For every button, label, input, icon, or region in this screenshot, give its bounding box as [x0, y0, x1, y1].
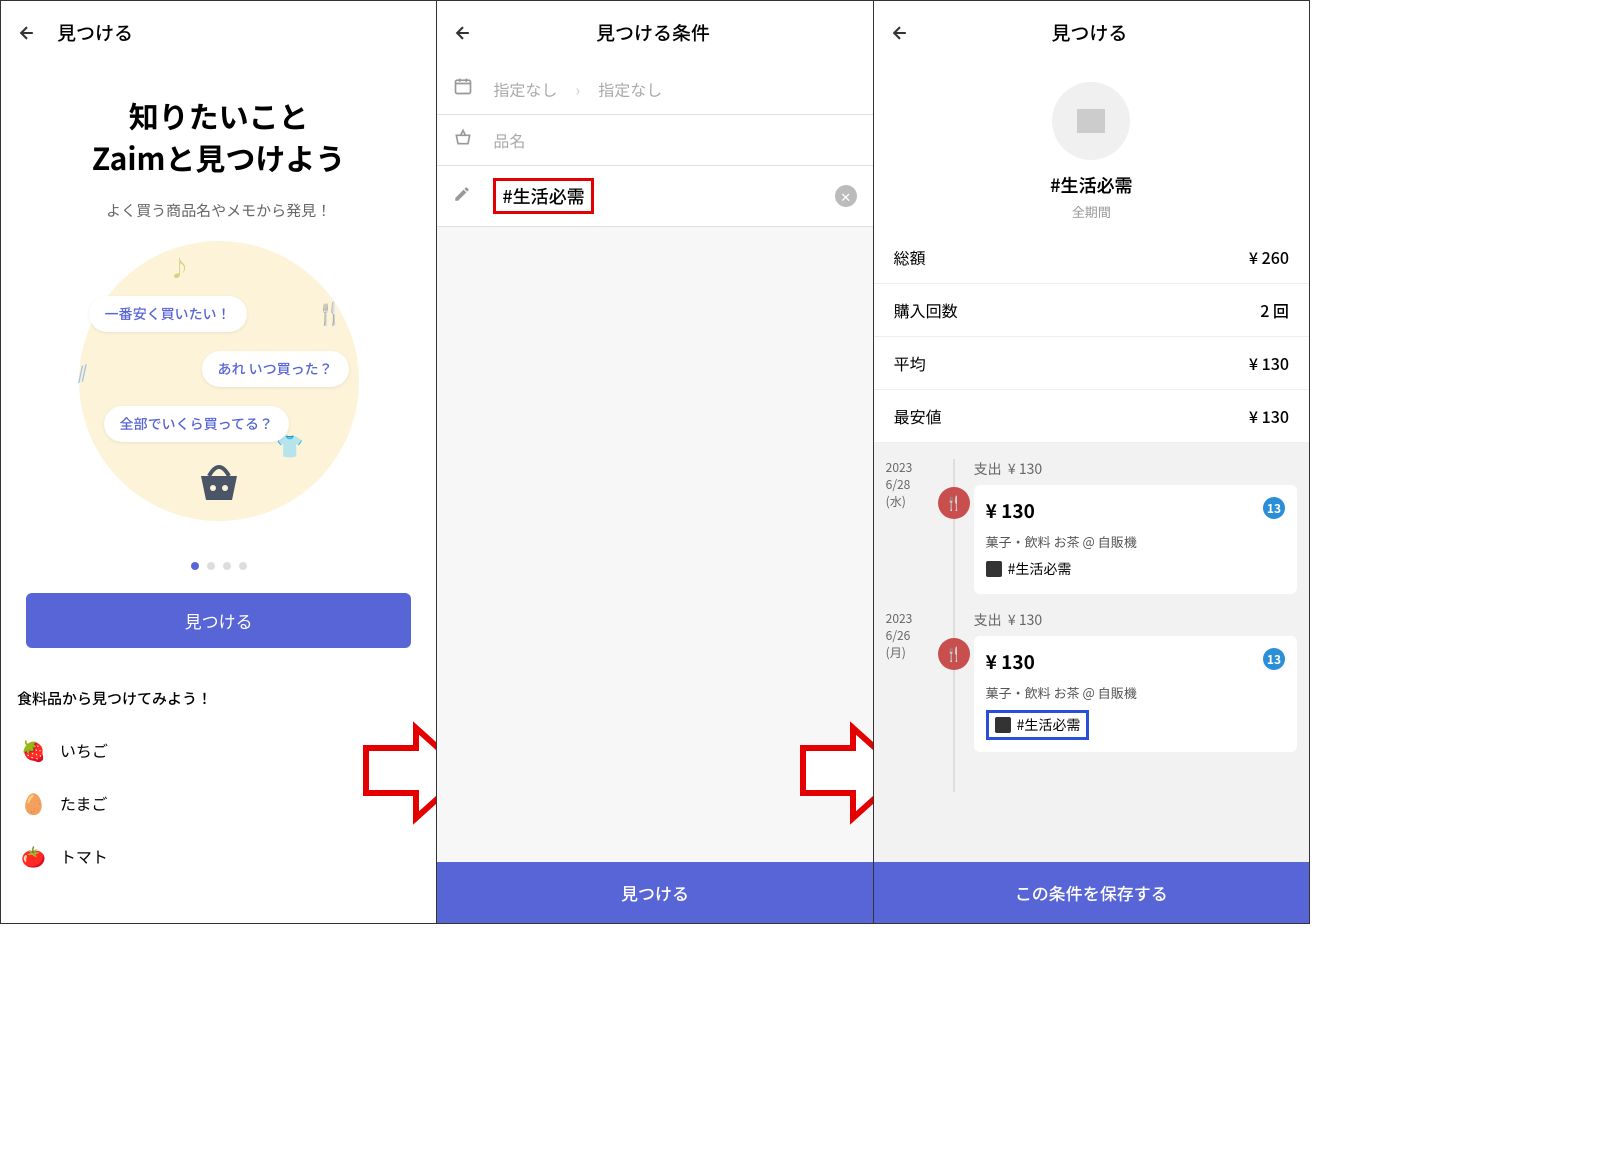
screen-find-intro: 見つける 知りたいことZaimと見つけよう よく買う商品名やメモから発見！ ♪ … — [1, 1, 437, 923]
item-name-row[interactable]: 品名 — [437, 115, 872, 166]
memo-input-value: #生活必需 — [493, 178, 593, 214]
transaction-detail: 菓子・飲料 お茶 @ 自販機 — [986, 532, 1285, 551]
category-food-icon: 🍴 — [938, 638, 970, 670]
transaction-item[interactable]: 20236/26(月) 🍴 支出 ¥ 130 ¥ 130 13 菓子・飲料 お茶… — [874, 602, 1309, 760]
stat-count: 購入回数2 回 — [874, 284, 1309, 337]
memo-row[interactable]: #生活必需 ✕ — [437, 166, 872, 227]
category-food-icon: 🍴 — [938, 487, 970, 519]
screen-find-conditions: 見つける条件 指定なし › 指定なし 品名 #生活必需 ✕ 見つける — [437, 1, 873, 923]
food-emoji-icon: 🍓 — [21, 735, 46, 764]
day-badge: 13 — [1263, 648, 1285, 670]
header-title: 見つける条件 — [493, 19, 812, 46]
suggestion-label: たまご — [60, 791, 108, 815]
basket-icon — [453, 127, 477, 153]
item-placeholder: 品名 — [493, 128, 525, 152]
result-tag: #生活必需 — [874, 172, 1309, 198]
basket-icon — [191, 456, 247, 511]
memo-icon — [995, 717, 1011, 733]
header-title: 見つける — [930, 19, 1249, 46]
transaction-detail: 菓子・飲料 お茶 @ 自販機 — [986, 683, 1285, 702]
back-button[interactable] — [17, 15, 37, 50]
transaction-list: 20236/28(水) 🍴 支出 ¥ 130 ¥ 130 13 菓子・飲料 お茶… — [874, 443, 1309, 862]
screen-find-results: 見つける #生活必需 全期間 総額¥ 260 購入回数2 回 平均¥ 130 最… — [874, 1, 1309, 923]
date-from: 指定なし — [493, 77, 557, 101]
speech-bubble: あれ いつ買った？ — [202, 351, 349, 387]
transaction-memo: #生活必需 — [986, 559, 1072, 579]
hero-heading: 知りたいことZaimと見つけよう — [1, 64, 436, 188]
back-button[interactable] — [890, 15, 910, 50]
day-badge: 13 — [1263, 497, 1285, 519]
suggestions-title: 食料品から見つけてみよう！ — [1, 648, 436, 723]
calendar-icon — [453, 76, 477, 102]
avatar-placeholder — [1052, 82, 1130, 160]
date-to: 指定なし — [598, 77, 662, 101]
find-button[interactable]: 見つける — [437, 862, 872, 923]
transaction-amount: ¥ 130 — [986, 497, 1285, 524]
suggestion-item[interactable]: 🍓 いちご — [1, 723, 436, 776]
speech-bubble: 全部でいくら買ってる？ — [104, 406, 289, 442]
suggestion-item[interactable]: 🥚 たまご — [1, 776, 436, 829]
fork-icon: 🍴 — [316, 296, 343, 328]
pencil-icon — [453, 183, 477, 209]
header-title: 見つける — [57, 19, 420, 46]
chevron-right-icon: › — [575, 77, 580, 101]
speech-bubble: 一番安く買いたい！ — [89, 296, 247, 332]
stat-total: 総額¥ 260 — [874, 231, 1309, 284]
suggestion-label: トマト — [60, 844, 108, 868]
stat-average: 平均¥ 130 — [874, 337, 1309, 390]
transaction-date: 20236/28(水) — [886, 459, 934, 594]
toothbrush-icon: ⁄⁄ — [73, 356, 91, 389]
hero-subtitle: よく買う商品名やメモから発見！ — [1, 200, 436, 221]
food-emoji-icon: 🥚 — [21, 788, 46, 817]
music-note-icon: ♪ — [169, 251, 191, 283]
result-period: 全期間 — [874, 202, 1309, 221]
date-range-row[interactable]: 指定なし › 指定なし — [437, 64, 872, 115]
transaction-item[interactable]: 20236/28(水) 🍴 支出 ¥ 130 ¥ 130 13 菓子・飲料 お茶… — [874, 451, 1309, 602]
food-emoji-icon: 🍅 — [21, 841, 46, 870]
transaction-memo: #生活必需 — [986, 710, 1090, 740]
transaction-type: 支出 ¥ 130 — [974, 459, 1297, 479]
transaction-date: 20236/26(月) — [886, 610, 934, 752]
find-button[interactable]: 見つける — [26, 593, 411, 648]
suggestion-item[interactable]: 🍅 トマト — [1, 829, 436, 882]
transaction-type: 支出 ¥ 130 — [974, 610, 1297, 630]
clear-button[interactable]: ✕ — [835, 185, 857, 207]
suggestion-label: いちご — [60, 738, 108, 762]
save-conditions-button[interactable]: この条件を保存する — [874, 862, 1309, 923]
back-button[interactable] — [453, 15, 473, 50]
memo-icon — [986, 561, 1002, 577]
stat-min: 最安値¥ 130 — [874, 390, 1309, 443]
hero-illustration: ♪ 🍴 ⁄⁄ 👕 一番安く買いたい！ あれ いつ買った？ 全部でいくら買ってる？ — [79, 241, 359, 521]
page-indicator — [1, 551, 436, 575]
transaction-amount: ¥ 130 — [986, 648, 1285, 675]
